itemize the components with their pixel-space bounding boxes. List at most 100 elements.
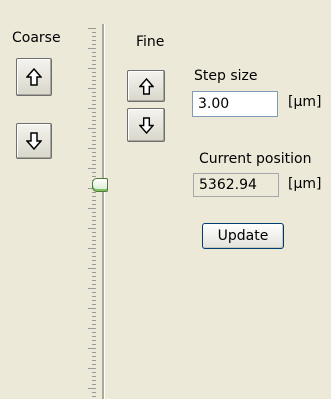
slider-tick xyxy=(92,336,96,337)
slider-tick xyxy=(92,176,96,177)
slider-tick xyxy=(92,116,96,117)
slider-tick xyxy=(92,136,96,137)
slider-tick xyxy=(92,80,96,81)
slider-tick xyxy=(92,372,96,373)
slider-tick xyxy=(92,216,96,217)
slider-tick xyxy=(92,156,96,157)
slider-tick xyxy=(88,148,96,149)
arrow-up-icon xyxy=(138,77,154,95)
slider-tick xyxy=(92,340,96,341)
slider-tick xyxy=(88,348,96,349)
slider-tick xyxy=(92,164,96,165)
slider-tick xyxy=(88,268,96,269)
step-size-input[interactable] xyxy=(192,91,278,117)
arrow-up-icon xyxy=(26,68,42,86)
slider-tick xyxy=(88,388,96,389)
slider-tick xyxy=(92,120,96,121)
slider-tick xyxy=(92,196,96,197)
slider-tick xyxy=(92,192,96,193)
slider-tick xyxy=(92,36,96,37)
slider-tick xyxy=(92,320,96,321)
slider-tick xyxy=(92,296,96,297)
slider-tick xyxy=(92,312,96,313)
slider-tick xyxy=(92,332,96,333)
slider-tick xyxy=(92,292,96,293)
slider-tick xyxy=(92,284,96,285)
slider-tick xyxy=(92,240,96,241)
slider-tick xyxy=(92,360,96,361)
slider-tick xyxy=(92,100,96,101)
slider-tick xyxy=(92,300,96,301)
slider-tick xyxy=(92,260,96,261)
slider-tick xyxy=(92,84,96,85)
slider-tick xyxy=(92,236,96,237)
slider-tick xyxy=(88,248,96,249)
slider-tick xyxy=(92,396,96,397)
slider-tick xyxy=(88,168,96,169)
slider-tick xyxy=(88,288,96,289)
slider-tick xyxy=(92,112,96,113)
slider-tick xyxy=(92,276,96,277)
coarse-down-button[interactable] xyxy=(16,123,52,159)
slider-tick xyxy=(92,92,96,93)
slider-tick xyxy=(92,244,96,245)
slider-tick xyxy=(92,204,96,205)
current-position-value: 5362.94 xyxy=(193,173,279,197)
slider-tick xyxy=(88,28,96,29)
slider-tick xyxy=(88,368,96,369)
slider-tick xyxy=(92,304,96,305)
step-size-unit: [µm] xyxy=(288,94,322,110)
slider-tick xyxy=(92,224,96,225)
slider-tick xyxy=(88,48,96,49)
slider-tick xyxy=(92,32,96,33)
slider-tick xyxy=(92,380,96,381)
slider-tick xyxy=(92,124,96,125)
slider-tick xyxy=(88,308,96,309)
slider-thumb[interactable] xyxy=(92,178,108,192)
slider-tick xyxy=(92,76,96,77)
slider-tick xyxy=(92,384,96,385)
slider-tick xyxy=(92,52,96,53)
slider-tick xyxy=(88,88,96,89)
slider-tick xyxy=(92,352,96,353)
slider-tick xyxy=(92,392,96,393)
slider-tick xyxy=(92,152,96,153)
slider-tick xyxy=(88,228,96,229)
fine-label: Fine xyxy=(136,34,165,50)
fine-up-button[interactable] xyxy=(127,70,165,102)
slider-tick xyxy=(92,56,96,57)
slider-tick xyxy=(92,60,96,61)
slider-tick xyxy=(92,324,96,325)
slider-tick xyxy=(88,128,96,129)
position-slider[interactable] xyxy=(80,24,108,399)
coarse-label: Coarse xyxy=(12,30,61,46)
slider-tick xyxy=(92,212,96,213)
step-size-label: Step size xyxy=(194,68,258,84)
slider-tick xyxy=(92,44,96,45)
slider-tick xyxy=(88,208,96,209)
slider-tick xyxy=(92,232,96,233)
fine-down-button[interactable] xyxy=(127,108,165,142)
slider-tick xyxy=(92,64,96,65)
slider-tick xyxy=(92,132,96,133)
current-position-label: Current position xyxy=(199,151,312,167)
slider-track xyxy=(102,24,105,399)
slider-tick xyxy=(92,272,96,273)
slider-tick xyxy=(92,364,96,365)
slider-tick xyxy=(92,144,96,145)
slider-tick xyxy=(92,160,96,161)
slider-tick xyxy=(92,40,96,41)
slider-tick xyxy=(92,252,96,253)
slider-tick xyxy=(92,104,96,105)
slider-tick xyxy=(92,72,96,73)
arrow-down-icon xyxy=(138,116,154,134)
current-position-unit: [µm] xyxy=(288,176,322,192)
slider-tick xyxy=(88,68,96,69)
slider-tick xyxy=(92,316,96,317)
update-button[interactable]: Update xyxy=(202,223,284,249)
slider-tick xyxy=(92,172,96,173)
coarse-up-button[interactable] xyxy=(16,58,52,96)
slider-tick xyxy=(92,264,96,265)
slider-tick xyxy=(92,140,96,141)
slider-tick xyxy=(92,220,96,221)
